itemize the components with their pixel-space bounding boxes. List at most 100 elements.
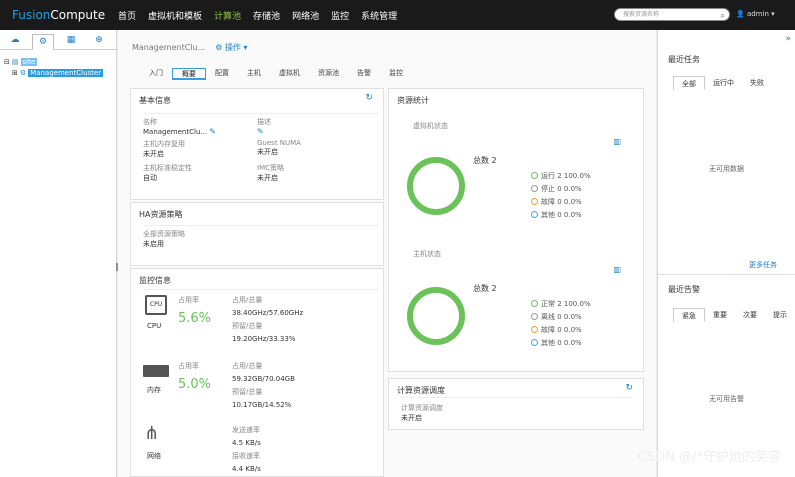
tab-hosts[interactable]: 主机: [238, 68, 270, 80]
breadcrumb: ManagementClu... ⚙ 操作 ▾: [132, 42, 248, 53]
vm-legend: 运行 2 100.0% 停止 0 0.0% 故障 0 0.0% 其他 0 0.0…: [531, 169, 591, 221]
legend-text: 停止 0 0.0%: [541, 184, 582, 193]
refresh-icon[interactable]: ↻: [365, 93, 373, 103]
legend-dot: [531, 185, 538, 192]
legend-text: 故障 0 0.0%: [541, 325, 582, 334]
host-legend: 正常 2 100.0% 离线 0 0.0% 故障 0 0.0% 其他 0 0.0…: [531, 297, 591, 349]
legend-text: 运行 2 100.0%: [541, 171, 591, 180]
cpu-label: CPU: [147, 322, 162, 330]
main-content: ManagementClu... ⚙ 操作 ▾ 入门 概要 配置 主机 虚拟机 资…: [118, 30, 656, 477]
monitor-title: 监控信息: [139, 276, 171, 285]
tab-alarms[interactable]: 告警: [348, 68, 380, 80]
alarm-tab-minor[interactable]: 次要: [735, 308, 765, 322]
network-icon[interactable]: ⊕: [88, 33, 110, 49]
tab-resource-pool[interactable]: 资源池: [309, 68, 348, 80]
user-name: admin: [746, 10, 769, 18]
vm-total: 总数 2: [473, 156, 497, 165]
refresh-icon[interactable]: ↻: [625, 383, 633, 393]
task-tab-failed[interactable]: 失败: [742, 76, 772, 90]
tab-config[interactable]: 配置: [206, 68, 238, 80]
basic-info-panel: 基本信息 ↻ 名称 ManagementClu... ✎ 描述 ✎ 主机内存复用 未开…: [130, 88, 384, 200]
nav-item-network[interactable]: 网络池: [292, 9, 319, 22]
divider: [658, 274, 795, 275]
storage-icon[interactable]: ▦: [60, 33, 82, 49]
mem-reserved-value: 10.17GB/14.52%: [232, 401, 292, 409]
task-tab-all[interactable]: 全部: [673, 76, 705, 90]
cloud-icon[interactable]: ☁: [4, 33, 26, 49]
net-recv-label: 接收速率: [232, 452, 260, 460]
nav-item-home[interactable]: 首页: [118, 9, 136, 22]
nav-item-compute[interactable]: 计算池: [214, 9, 241, 22]
operation-menu[interactable]: ⚙ 操作 ▾: [215, 43, 247, 52]
tasks-empty-text: 无可用数据: [709, 165, 744, 173]
tree-node-site[interactable]: ⊟ ▤ site: [4, 56, 112, 67]
expand-icon[interactable]: ⊞: [12, 69, 18, 77]
field-description: 描述 ✎: [257, 117, 367, 136]
legend-dot: [531, 172, 538, 179]
task-tab-running[interactable]: 运行中: [705, 76, 742, 90]
host-status-title: 主机状态: [413, 250, 441, 258]
net-send-value: 4.5 KB/s: [232, 439, 261, 447]
tree-node-cluster[interactable]: ⊞ ⚙ ManagementCluster: [4, 67, 112, 78]
collapse-right-icon[interactable]: »: [785, 34, 791, 44]
nav-item-storage[interactable]: 存储池: [253, 9, 280, 22]
edit-description-icon[interactable]: ✎: [257, 127, 264, 136]
cluster-icon[interactable]: ⚙: [32, 34, 54, 50]
field-name: 名称 ManagementClu... ✎: [143, 117, 253, 136]
search-icon[interactable]: ⌕: [721, 10, 725, 21]
mem-used-label: 占用/总量: [232, 362, 263, 370]
vm-status-donut: [407, 157, 465, 215]
site-icon: ▤: [11, 57, 19, 66]
watermark: CSDN @/*守护她的笑容: [637, 450, 781, 465]
more-tasks-link[interactable]: 更多任务: [749, 260, 777, 270]
search-placeholder: 搜索资源名称: [623, 11, 660, 18]
vm-legend-other: 其他 0 0.0%: [531, 208, 591, 221]
host-chart-icon[interactable]: ▥: [613, 265, 621, 274]
tab-summary[interactable]: 概要: [172, 68, 206, 80]
cpu-used-value: 38.40GHz/57.60GHz: [232, 309, 304, 317]
vm-legend-fault: 故障 0 0.0%: [531, 195, 591, 208]
collapse-icon[interactable]: ⊟: [4, 58, 10, 66]
cpu-icon: CPU: [145, 295, 167, 315]
legend-text: 其他 0 0.0%: [541, 210, 582, 219]
nav-item-system[interactable]: 系统管理: [361, 9, 397, 22]
compute-label: 计算资源调度: [401, 404, 443, 412]
field-label: 描述: [257, 118, 271, 126]
resource-stats-title: 资源统计: [397, 96, 429, 105]
tree-label-cluster: ManagementCluster: [28, 68, 104, 77]
user-menu[interactable]: 👤 admin ▾: [736, 10, 775, 18]
left-tabs: ☁ ⚙ ▦ ⊕: [0, 30, 116, 50]
cpu-rate: 5.6%: [178, 311, 212, 326]
cpu-reserved-value: 19.20GHz/33.33%: [232, 335, 296, 343]
alarm-tab-major[interactable]: 重要: [705, 308, 735, 322]
breadcrumb-cluster: ManagementClu...: [132, 43, 206, 52]
host-status-donut: [407, 287, 465, 345]
cpu-reserved-label: 预留/总量: [232, 322, 263, 330]
compute-scheduling-panel: 计算资源调度 ↻ 计算资源调度 未开启: [388, 378, 644, 430]
mem-used-value: 59.32GB/70.04GB: [232, 375, 295, 383]
mem-rate-label: 占用率: [178, 362, 199, 370]
tab-vms[interactable]: 虚拟机: [270, 68, 309, 80]
legend-text: 离线 0 0.0%: [541, 312, 582, 321]
tab-monitor[interactable]: 监控: [380, 68, 412, 80]
alarm-tab-critical[interactable]: 紧急: [673, 308, 705, 322]
legend-text: 正常 2 100.0%: [541, 299, 591, 308]
vm-chart-icon[interactable]: ▥: [613, 137, 621, 146]
brand-suffix: Compute: [50, 8, 106, 22]
compute-field: 计算资源调度 未开启: [401, 403, 443, 423]
nav-item-monitor[interactable]: 监控: [331, 9, 349, 22]
edit-name-icon[interactable]: ✎: [209, 127, 216, 136]
mem-rate: 5.0%: [178, 377, 212, 392]
legend-dot: [531, 326, 538, 333]
legend-dot: [531, 211, 538, 218]
legend-text: 其他 0 0.0%: [541, 338, 582, 347]
nav-item-vm-templates[interactable]: 虚拟机和模板: [148, 9, 202, 22]
cluster-tabs: 入门 概要 配置 主机 虚拟机 资源池 告警 监控: [140, 68, 412, 80]
tab-getting-started[interactable]: 入门: [140, 68, 172, 80]
search-input[interactable]: 搜索资源名称 ⌕: [614, 8, 730, 21]
field-label: 主机标准稳定性: [143, 164, 192, 172]
alarm-tab-info[interactable]: 提示: [765, 308, 795, 322]
brand-prefix: Fusion: [12, 8, 51, 22]
vm-status-title: 虚拟机状态: [413, 122, 448, 130]
divider: [143, 225, 379, 226]
